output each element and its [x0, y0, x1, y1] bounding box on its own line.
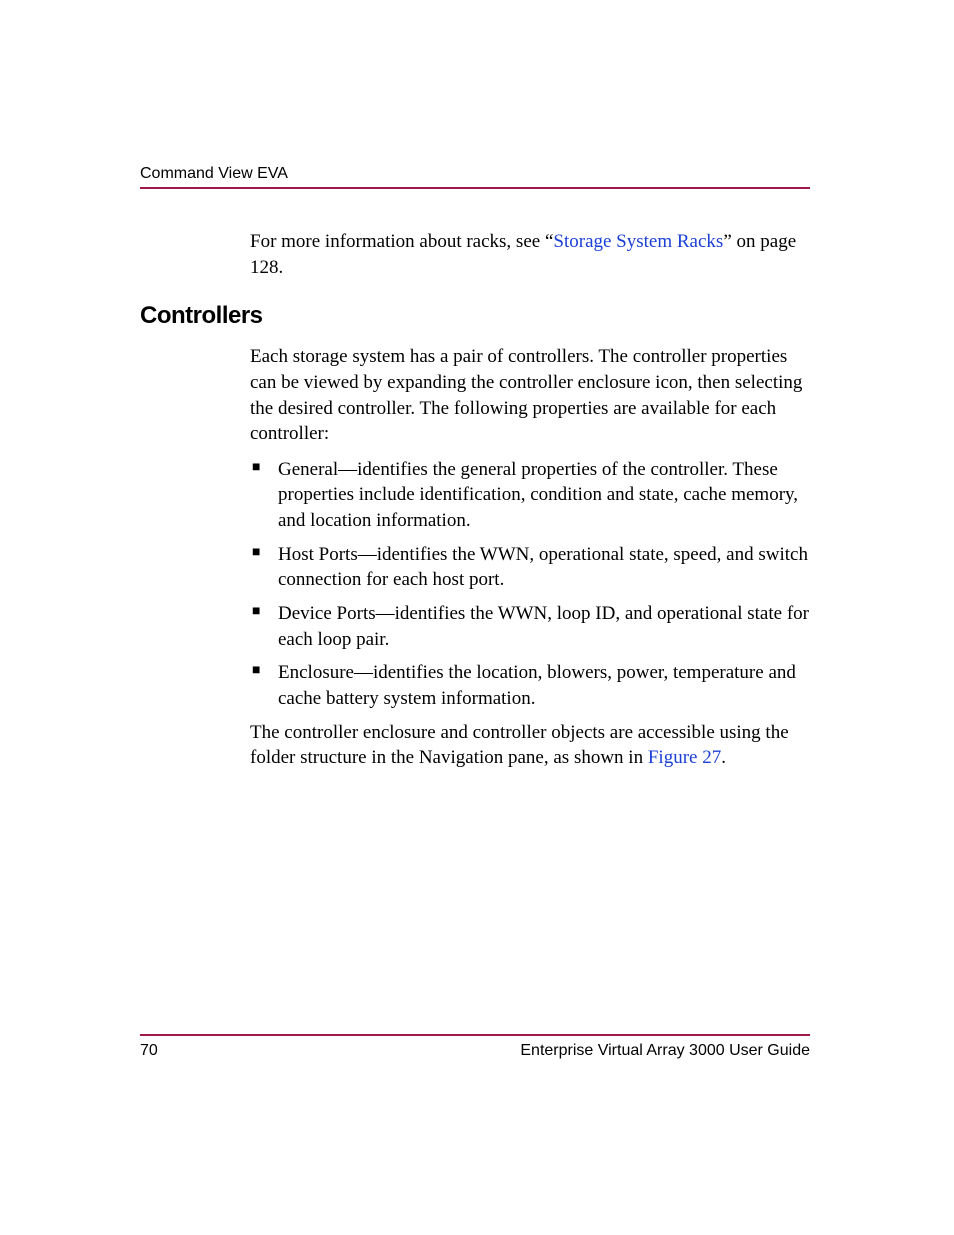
trailing-paragraph: The controller enclosure and controller …	[250, 720, 810, 771]
bullet-list: General—identifies the general propertie…	[250, 457, 810, 712]
lead-paragraph: Each storage system has a pair of contro…	[250, 344, 810, 447]
header-rule	[140, 187, 810, 189]
trailing-post: .	[721, 747, 726, 768]
footer-rule	[140, 1034, 810, 1036]
link-storage-system-racks[interactable]: Storage System Racks	[553, 231, 723, 252]
list-item: General—identifies the general propertie…	[250, 457, 810, 534]
list-item: Enclosure—identifies the location, blowe…	[250, 660, 810, 711]
running-head: Command View EVA	[140, 165, 810, 183]
page-footer: 70 Enterprise Virtual Array 3000 User Gu…	[140, 1034, 810, 1060]
page-number: 70	[140, 1042, 158, 1060]
list-item: Host Ports—identifies the WWN, operation…	[250, 542, 810, 593]
link-figure-27[interactable]: Figure 27	[648, 747, 721, 768]
intro-paragraph: For more information about racks, see “S…	[250, 229, 810, 280]
doc-title: Enterprise Virtual Array 3000 User Guide	[520, 1042, 810, 1060]
section-heading-controllers: Controllers	[140, 302, 810, 330]
list-item: Device Ports—identifies the WWN, loop ID…	[250, 601, 810, 652]
intro-pre: For more information about racks, see “	[250, 231, 553, 252]
